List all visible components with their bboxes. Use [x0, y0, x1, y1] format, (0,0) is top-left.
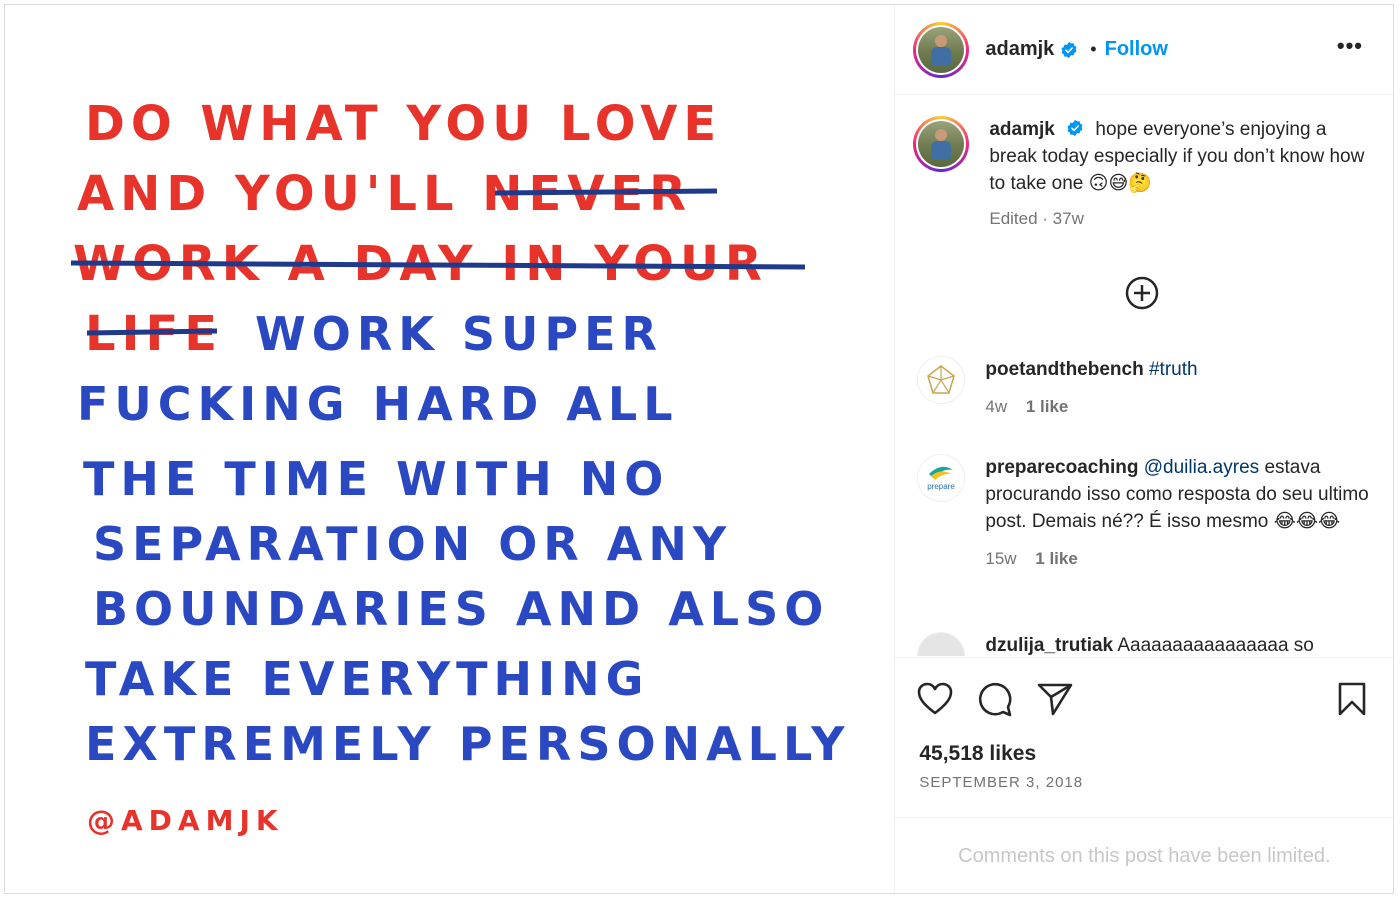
comment-item: prepare preparecoaching @duilia.ayres es…	[917, 454, 1373, 572]
post-sidebar: adamjk • Follow ••• adamjk hope everyone…	[895, 5, 1394, 894]
caption: adamjk hope everyone’s enjoying a break …	[913, 116, 1373, 232]
artwork-strikethrough	[86, 328, 218, 336]
artwork-line-blue: BOUNDARIES AND ALSO	[93, 582, 829, 636]
post-container: DO WHAT YOU LOVE AND YOU'LL NEVER WORK A D…	[4, 4, 1394, 894]
gem-icon	[927, 365, 956, 394]
bookmark-icon[interactable]	[1337, 682, 1367, 716]
comments-list[interactable]: adamjk hope everyone’s enjoying a break …	[895, 96, 1393, 656]
artwork-line-blue: WORK SUPER	[255, 307, 663, 361]
artwork-line-blue: FUCKING HARD ALL	[77, 377, 679, 431]
comment-likes[interactable]: 1 like	[1035, 549, 1078, 568]
header-separator: •	[1090, 39, 1097, 59]
more-horizontal-icon[interactable]: •••	[1337, 35, 1363, 57]
artwork-line-blue: SEPARATION OR ANY	[93, 517, 732, 571]
follow-button[interactable]: Follow	[1105, 38, 1168, 61]
verified-badge-icon	[1061, 41, 1077, 58]
comment-mention[interactable]: @duilia.ayres	[1144, 457, 1259, 478]
artwork-line-blue: THE TIME WITH NO	[83, 452, 669, 506]
likes-count[interactable]: 45,518 likes	[919, 742, 1036, 766]
post-date[interactable]: SEPTEMBER 3, 2018	[919, 774, 1083, 791]
svg-text:prepare: prepare	[928, 482, 956, 491]
post-header: adamjk • Follow •••	[895, 5, 1393, 95]
comment-likes[interactable]: 1 like	[1026, 397, 1069, 416]
share-icon[interactable]	[1037, 682, 1073, 716]
comments-limited-notice: Comments on this post have been limited.	[895, 817, 1394, 894]
verified-badge-icon	[1067, 119, 1083, 137]
artwork-line-red: DO WHAT YOU LOVE	[85, 96, 722, 152]
comment-username[interactable]: preparecoaching	[985, 457, 1138, 478]
post-image[interactable]: DO WHAT YOU LOVE AND YOU'LL NEVER WORK A D…	[5, 5, 896, 893]
artwork-line-blue: EXTREMELY PERSONALLY	[85, 717, 850, 771]
comment-text: Aaaaaaaaaaaaaaaa so	[1117, 635, 1314, 656]
heart-icon[interactable]	[917, 682, 953, 716]
prepare-logo-icon: prepare	[928, 466, 956, 491]
comment-item: dzulija_trutiak Aaaaaaaaaaaaaaaa so	[917, 632, 1373, 656]
caption-meta: Edited · 37w	[989, 209, 1084, 228]
load-more-comments-icon[interactable]	[1125, 276, 1159, 310]
commenter-avatar[interactable]	[917, 632, 966, 656]
artwork-svg: DO WHAT YOU LOVEAND YOU'LL NEVERWORK A D…	[70, 96, 850, 837]
commenter-avatar[interactable]	[917, 356, 966, 404]
artwork-strikethrough	[494, 188, 718, 196]
comment-time: 4w	[985, 397, 1008, 416]
author-avatar[interactable]	[913, 21, 970, 78]
author-username[interactable]: adamjk	[985, 38, 1054, 61]
comment-username[interactable]: poetandthebench	[985, 359, 1143, 380]
comment-time: 15w	[985, 549, 1017, 568]
comment-item: poetandthebench #truth 4w 1 like	[917, 356, 1373, 420]
comment-username[interactable]: dzulija_trutiak	[985, 635, 1113, 656]
caption-username[interactable]: adamjk	[989, 119, 1054, 140]
artwork-signature: @ADAMJK	[87, 804, 284, 837]
post-actions: 45,518 likes SEPTEMBER 3, 2018	[895, 657, 1394, 818]
caption-avatar[interactable]	[913, 116, 970, 172]
artwork-line-blue: TAKE EVERYTHING	[85, 652, 649, 706]
comment-text[interactable]: #truth	[1149, 359, 1198, 380]
commenter-avatar[interactable]: prepare	[917, 454, 966, 502]
comment-icon[interactable]	[977, 682, 1013, 718]
